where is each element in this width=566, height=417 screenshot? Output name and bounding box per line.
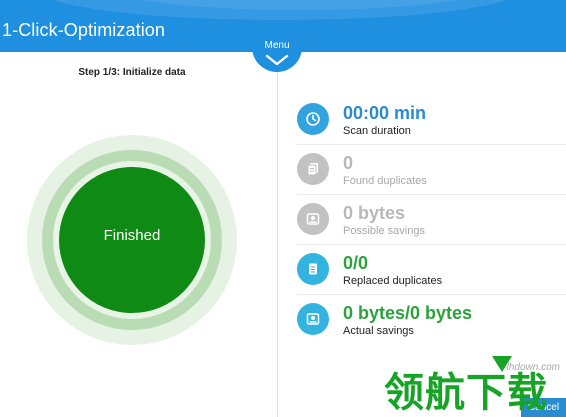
stat-found-duplicates: 0 Found duplicates <box>297 145 566 195</box>
arrow-down-icon <box>492 356 512 372</box>
document-icon <box>297 253 329 285</box>
disk-icon <box>297 303 329 335</box>
progress-gauge: Finished <box>27 135 237 345</box>
stat-value: 0/0 <box>343 253 369 273</box>
step-label: Step 1/3: Initialize data <box>78 67 186 78</box>
menu-label: Menu <box>264 40 290 51</box>
status-label: Finished <box>103 227 161 244</box>
disk-icon <box>297 203 329 235</box>
stat-value: 0 bytes/0 bytes <box>343 303 473 323</box>
duplicate-files-icon <box>297 153 329 185</box>
watermark-domain: lhdown.com <box>506 362 560 373</box>
panel-divider <box>277 72 278 417</box>
chevron-down-icon <box>265 54 289 66</box>
stat-value: 00:00 min <box>343 103 427 123</box>
stat-label: Replaced duplicates <box>343 275 443 287</box>
stat-value: 0 bytes <box>343 203 406 223</box>
clock-icon <box>297 103 329 135</box>
stat-scan-duration: 00:00 min Scan duration <box>297 95 566 145</box>
app-title: 1-Click-Optimization <box>2 20 166 40</box>
stat-possible-savings: 0 bytes Possible savings <box>297 195 566 245</box>
stat-replaced-duplicates: 0/0 Replaced duplicates <box>297 245 566 295</box>
menu-button[interactable]: Menu <box>252 38 302 74</box>
stat-label: Possible savings <box>343 225 425 237</box>
stat-value: 0 <box>343 153 354 173</box>
stat-label: Scan duration <box>343 125 411 137</box>
stat-label: Actual savings <box>343 325 414 337</box>
stats-list: 00:00 min Scan duration 0 Found duplicat… <box>297 95 566 345</box>
stat-actual-savings: 0 bytes/0 bytes Actual savings <box>297 295 566 345</box>
stat-label: Found duplicates <box>343 175 427 187</box>
cancel-button[interactable]: Cancel <box>521 398 566 417</box>
